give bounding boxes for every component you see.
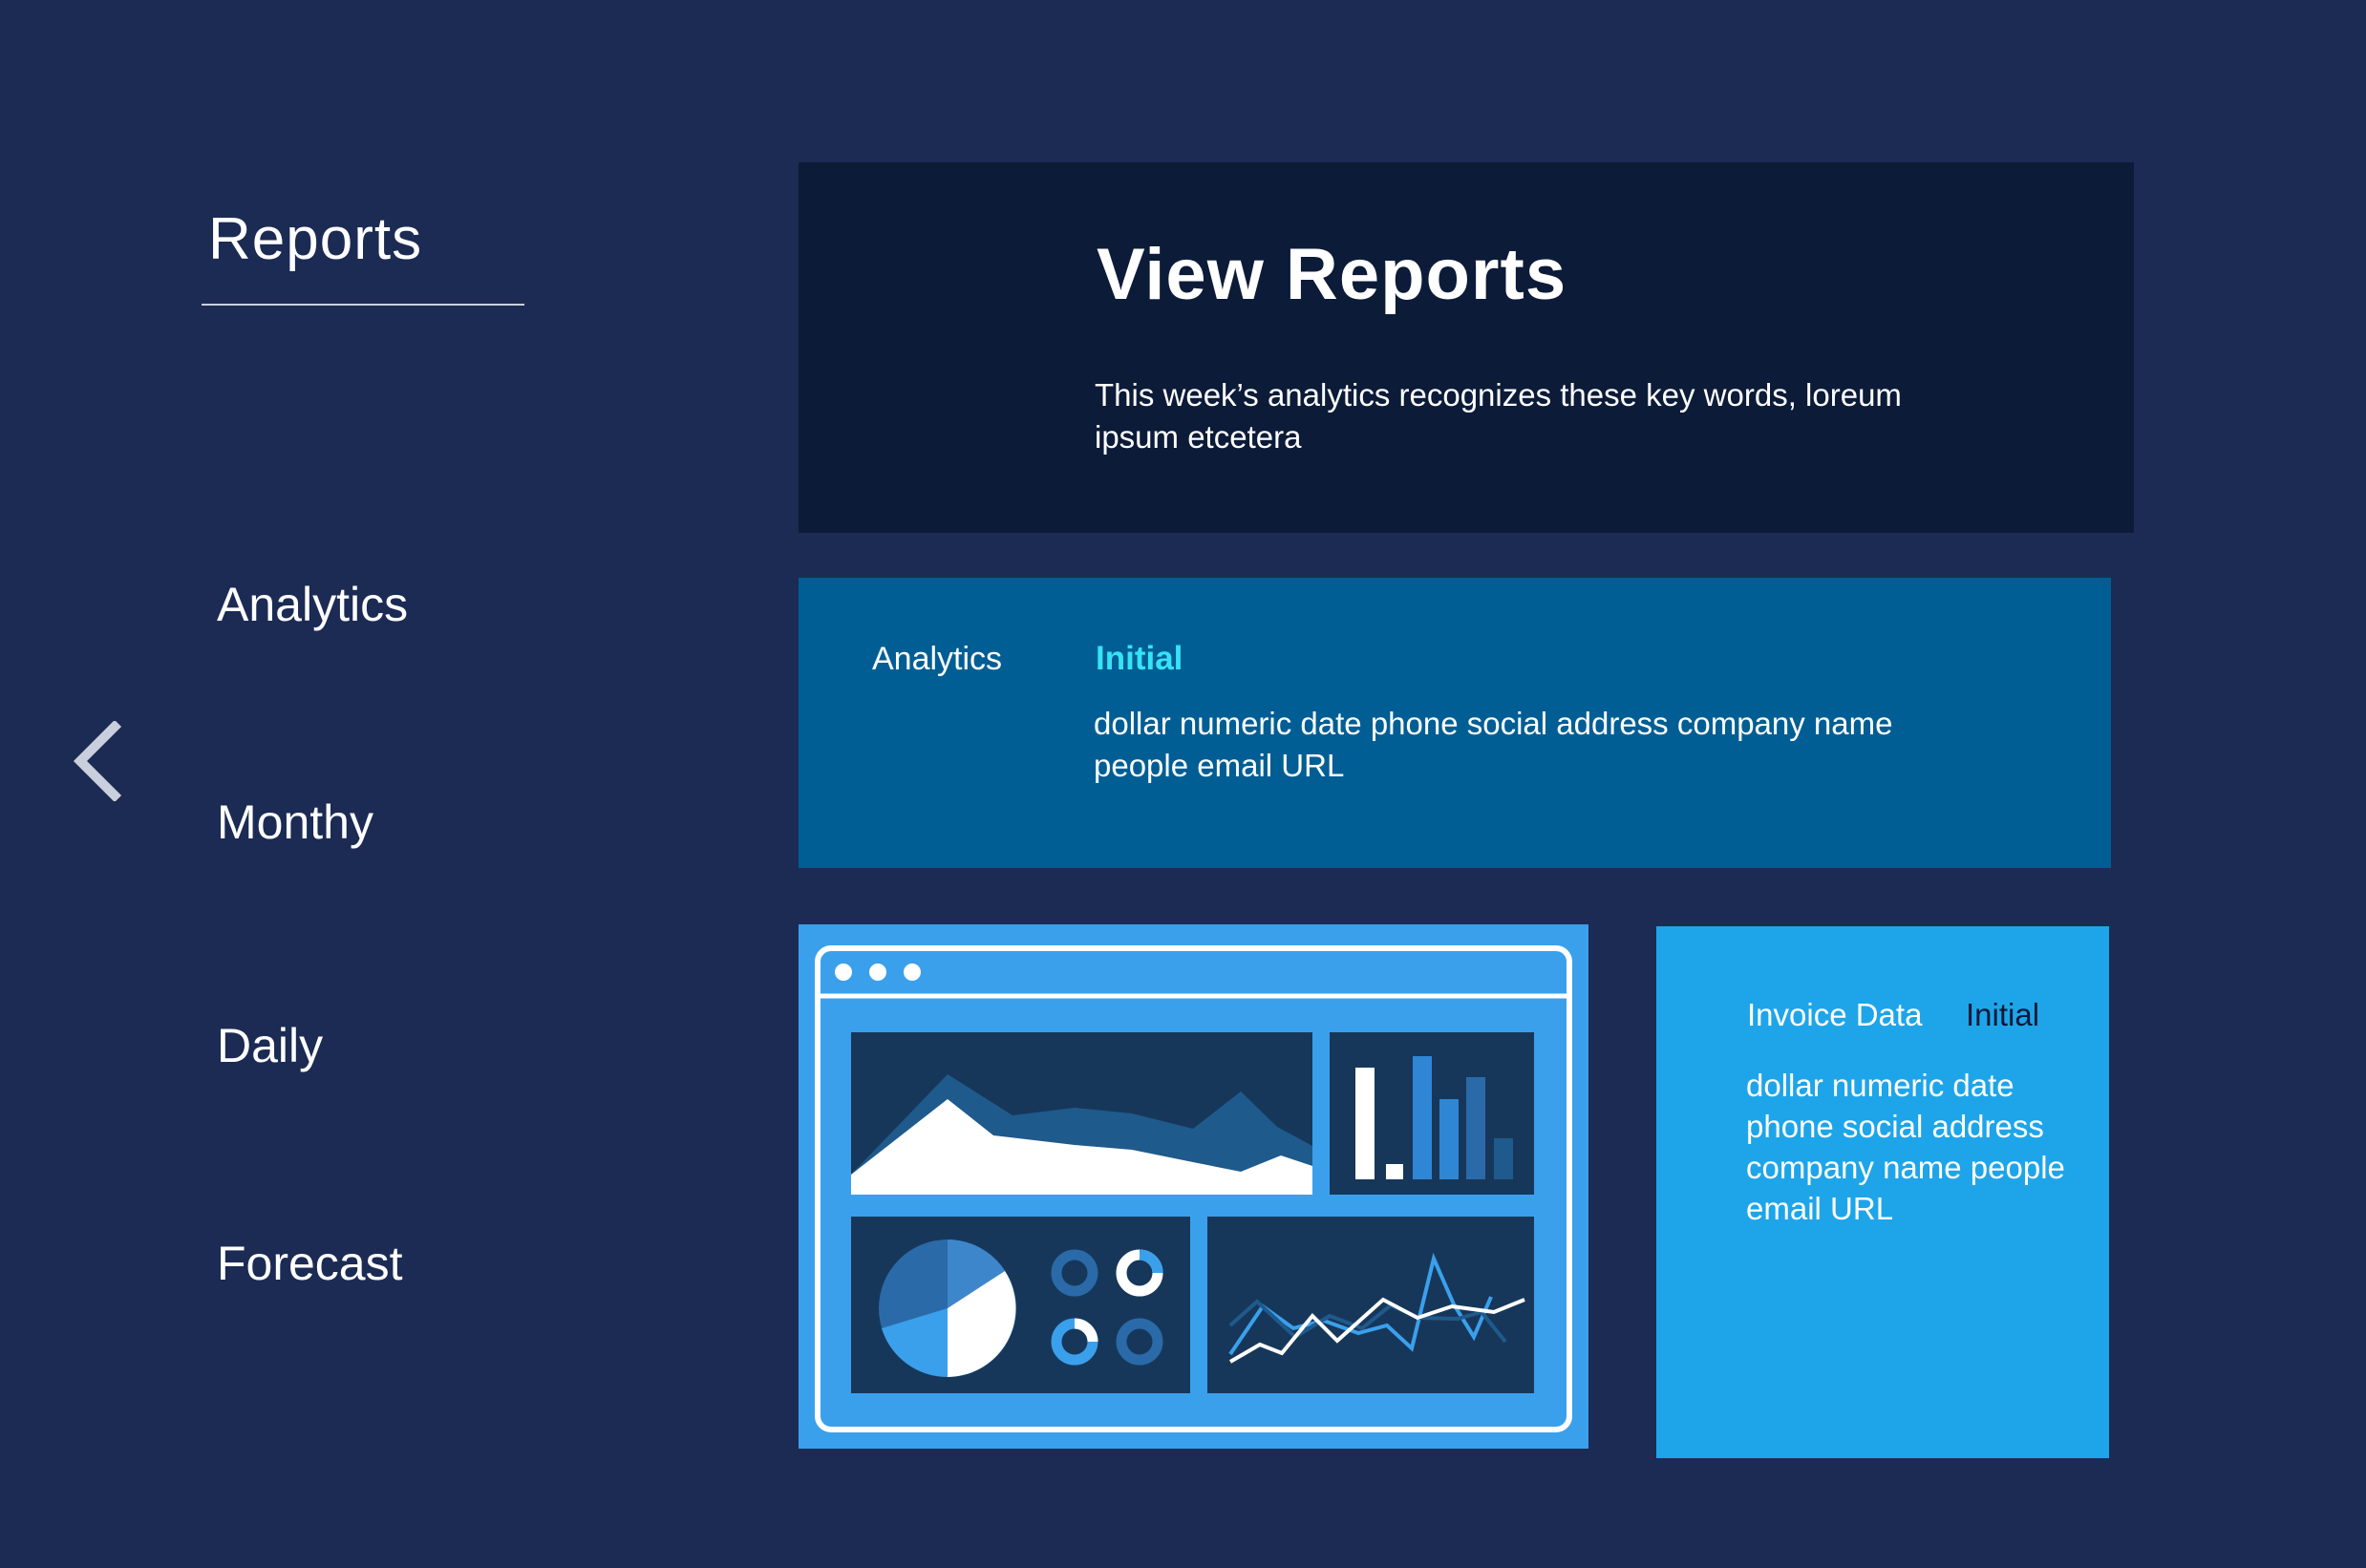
analytics-keywords: dollar numeric date phone social address… (1094, 706, 1893, 783)
sidebar-title: Reports (208, 206, 423, 272)
sidebar-item-analytics[interactable]: Analytics (217, 581, 408, 628)
analytics-label: Analytics (872, 641, 1003, 677)
sidebar-item-daily[interactable]: Daily (217, 1022, 323, 1070)
invoice-label: Invoice Data (1747, 997, 1923, 1032)
invoice-status-tag: Initial (1966, 997, 2040, 1032)
header-panel (799, 162, 2134, 533)
sidebar-item-monthy[interactable]: Monthy (217, 798, 373, 846)
invoice-keywords: dollar numeric date phone social address… (1746, 1068, 2065, 1226)
page-title: View Reports (1097, 234, 1567, 315)
chevron-left-icon[interactable] (69, 719, 128, 803)
sidebar-item-forecast[interactable]: Forecast (217, 1240, 403, 1287)
dashboard-illustration (799, 924, 1588, 1449)
page-description: This week’s analytics recognizes these k… (1095, 377, 1902, 455)
analytics-status-tag: Initial (1096, 640, 1183, 677)
sidebar-title-underline (202, 304, 524, 306)
